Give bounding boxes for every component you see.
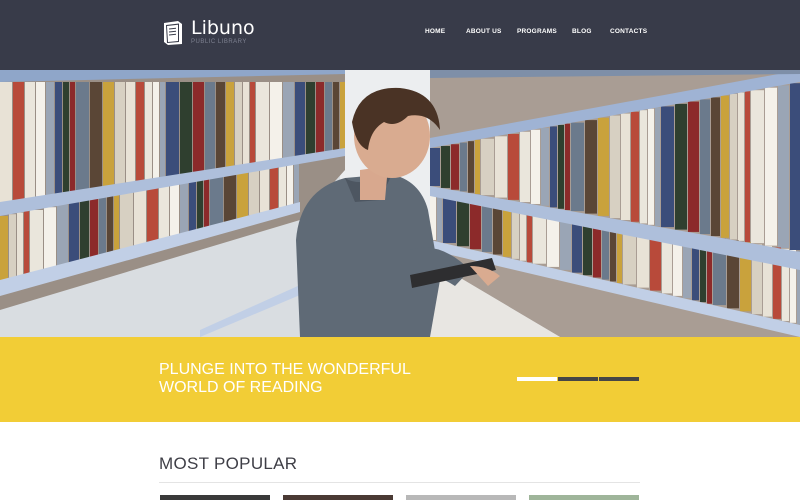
slider-pagination (517, 377, 640, 381)
popular-item-2[interactable] (283, 495, 393, 500)
nav-home[interactable]: HOME (425, 28, 445, 35)
slide-1-dot[interactable] (517, 377, 557, 381)
popular-thumbnails (160, 495, 640, 500)
nav-blog[interactable]: BLOG (572, 28, 592, 35)
popular-item-4[interactable] (529, 495, 639, 500)
popular-item-3[interactable] (406, 495, 516, 500)
hero-tagline-line-1: PLUNGE INTO THE WONDERFUL (159, 361, 411, 378)
hero-tagline-line-2: WORLD OF READING (159, 379, 323, 396)
logo-subtitle: PUBLIC LIBRARY (191, 39, 247, 45)
nav-about-us[interactable]: ABOUT US (466, 28, 502, 35)
library-photo (0, 70, 800, 337)
site-header: Libuno PUBLIC LIBRARY HOME ABOUT US PROG… (0, 0, 800, 70)
nav-programs[interactable]: PROGRAMS (517, 28, 557, 35)
nav-contacts[interactable]: CONTACTS (610, 28, 647, 35)
slide-2-dot[interactable] (558, 377, 598, 381)
main-nav: HOME ABOUT US PROGRAMS BLOG CONTACTS (0, 28, 800, 38)
most-popular-title: MOST POPULAR (159, 454, 298, 473)
hero-image (0, 70, 800, 337)
popular-item-1[interactable] (160, 495, 270, 500)
hero-tagline: PLUNGE INTO THE WONDERFUL WORLD OF READI… (159, 361, 411, 397)
slide-3-dot[interactable] (599, 377, 639, 381)
section-divider (159, 482, 640, 483)
hero-banner: PLUNGE INTO THE WONDERFUL WORLD OF READI… (0, 337, 800, 422)
